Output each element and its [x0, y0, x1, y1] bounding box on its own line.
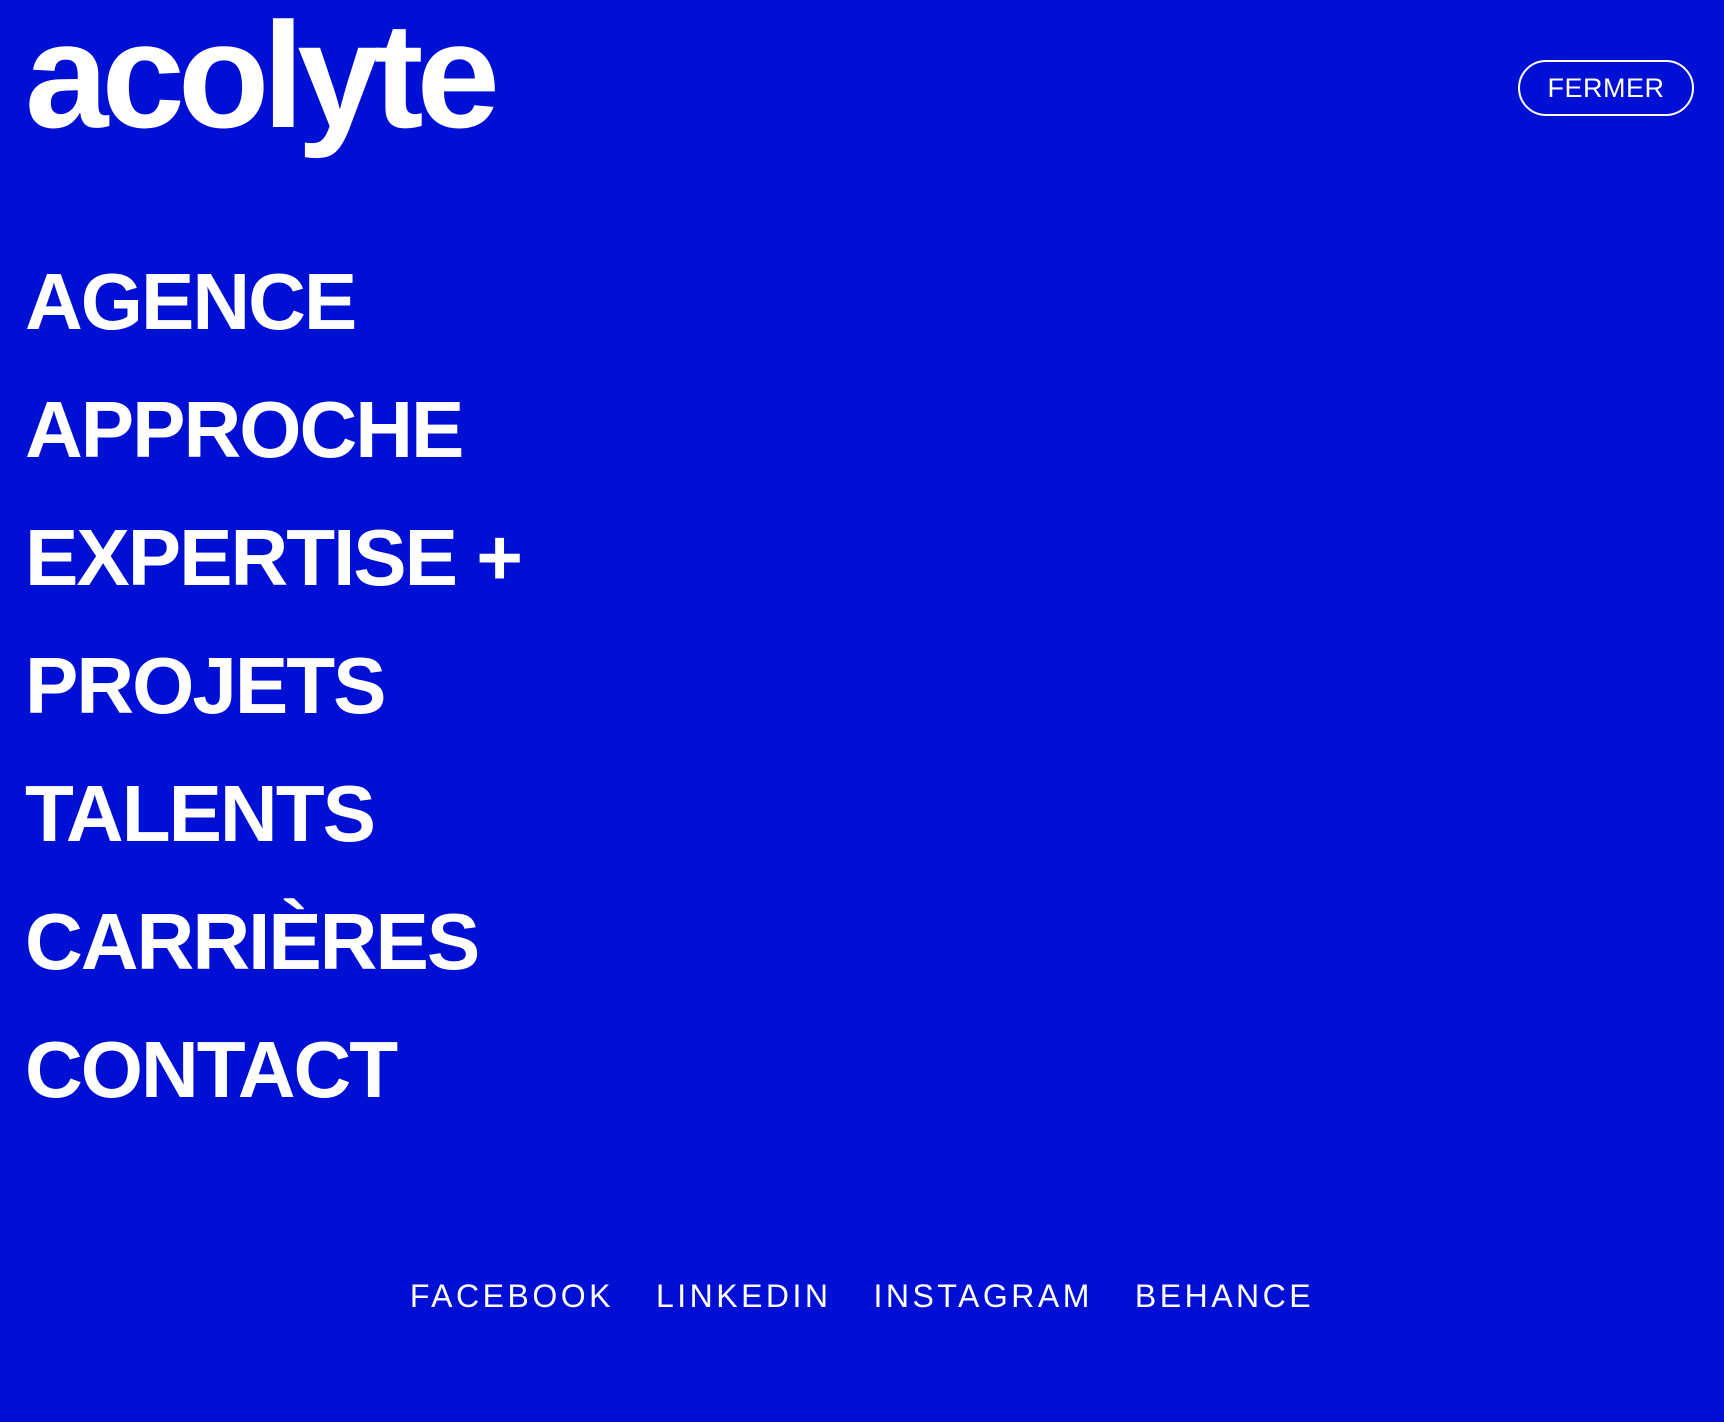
menu-link-talents[interactable]: TALENTS	[25, 774, 376, 854]
social-item-instagram: INSTAGRAM	[874, 1278, 1093, 1315]
social-item-linkedin: LINKEDIN	[656, 1278, 832, 1315]
menu-link-carrieres[interactable]: CARRIÈRES	[25, 902, 480, 982]
linkedin-link[interactable]: LINKEDIN	[656, 1278, 832, 1314]
menu-item-projets: PROJETS	[25, 622, 521, 750]
menu-link-projets[interactable]: PROJETS	[25, 646, 386, 726]
facebook-link[interactable]: FACEBOOK	[410, 1278, 614, 1314]
menu-item-talents: TALENTS	[25, 750, 521, 878]
close-menu-button[interactable]: FERMER	[1518, 60, 1694, 116]
social-links-list: FACEBOOK LINKEDIN INSTAGRAM BEHANCE	[0, 1278, 1724, 1315]
logo[interactable]: acolyte	[25, 0, 500, 150]
menu-item-expertise: EXPERTISE +	[25, 494, 523, 622]
menu-item-carrieres: CARRIÈRES	[25, 878, 521, 1006]
social-item-facebook: FACEBOOK	[410, 1278, 614, 1315]
menu-item-approche: APPROCHE	[25, 366, 521, 494]
menu-link-agence[interactable]: AGENCE	[25, 262, 357, 342]
menu-link-approche[interactable]: APPROCHE	[25, 390, 464, 470]
menu-item-agence: AGENCE	[25, 238, 521, 366]
instagram-link[interactable]: INSTAGRAM	[874, 1278, 1093, 1314]
menu-item-contact: CONTACT	[25, 1006, 521, 1134]
behance-link[interactable]: BEHANCE	[1135, 1278, 1314, 1314]
social-item-behance: BEHANCE	[1135, 1278, 1314, 1315]
menu-link-expertise[interactable]: EXPERTISE +	[25, 518, 523, 598]
main-menu-list: AGENCE APPROCHE EXPERTISE + PROJETS TALE…	[25, 238, 523, 1134]
menu-link-contact[interactable]: CONTACT	[25, 1030, 398, 1110]
